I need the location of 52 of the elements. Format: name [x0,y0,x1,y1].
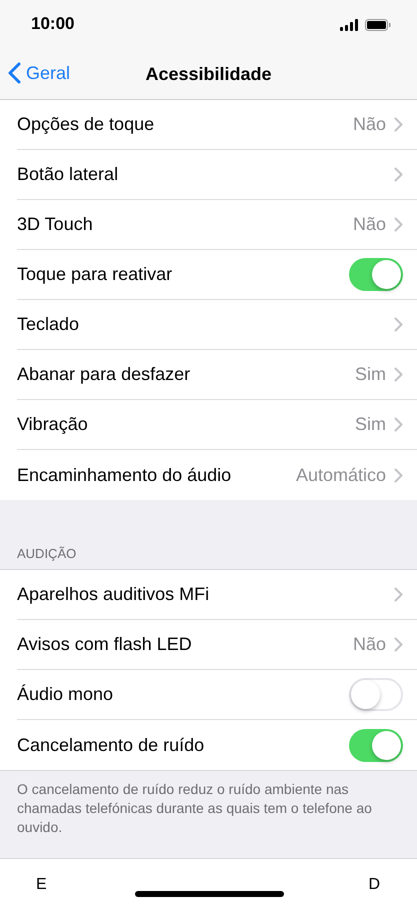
settings-row[interactable]: Áudio mono [0,670,417,720]
chevron-right-icon [394,468,403,482]
chevron-right-icon [394,217,403,232]
row-label: Avisos com flash LED [17,634,193,655]
row-label: Encaminhamento do áudio [17,464,232,486]
row-label: Teclado [17,314,80,335]
chevron-right-icon [394,167,403,182]
settings-row[interactable]: Abanar para desfazer Sim [0,350,417,400]
settings-row[interactable]: Aparelhos auditivos MFi [0,570,417,620]
signal-icon [340,19,359,31]
settings-row[interactable]: 3D Touch Não [0,200,417,250]
row-value: Não [352,634,386,655]
settings-row[interactable]: Vibração Sim [0,400,417,450]
section-header: AUDIÇÃO [17,546,76,561]
chevron-left-icon [8,62,21,84]
toggle-switch[interactable] [349,678,403,711]
back-button[interactable]: Geral [8,62,70,84]
row-label: Cancelamento de ruído [17,734,206,756]
left-label: E [36,876,47,895]
settings-row[interactable]: Botão lateral [0,150,417,200]
row-label: 3D Touch [17,214,94,235]
chevron-right-icon [394,367,403,382]
row-label: Abanar para desfazer [17,364,192,385]
chevron-right-icon [394,417,403,432]
toggle-switch[interactable] [349,258,403,291]
chevron-right-icon [394,117,403,132]
settings-row[interactable]: Avisos com flash LED Não [0,620,417,670]
chevron-right-icon [394,317,403,332]
row-value: Não [352,214,386,235]
right-label: D [368,876,380,895]
status-time: 10:00 [31,14,74,34]
settings-row[interactable]: Opções de toque Não [0,100,417,150]
row-value: Sim [355,414,386,435]
row-label: Vibração [17,414,89,435]
row-label: Áudio mono [17,684,114,705]
toggle-switch[interactable] [349,728,403,762]
settings-row[interactable]: Cancelamento de ruído [0,720,417,770]
row-label: Aparelhos auditivos MFi [17,584,210,605]
row-value: Não [352,114,386,135]
row-value: Sim [355,364,386,385]
row-label: Botão lateral [17,164,120,185]
row-value: Automático [296,464,386,486]
nav-title: Acessibilidade [145,64,272,85]
settings-row[interactable]: Encaminhamento do áudio Automático [0,450,417,500]
settings-row[interactable]: Teclado [0,300,417,350]
section-footer: O cancelamento de ruído reduz o ruído ambiente nas chamadas telefónicas durante as quais tem o telefone ao ouvido. [17,780,400,837]
row-label: Toque para reativar [17,264,174,285]
row-label: Opções de toque [17,114,156,135]
settings-row[interactable]: Toque para reativar [0,250,417,300]
chevron-right-icon [394,637,403,652]
battery-icon [365,19,391,31]
chevron-right-icon [394,587,403,602]
